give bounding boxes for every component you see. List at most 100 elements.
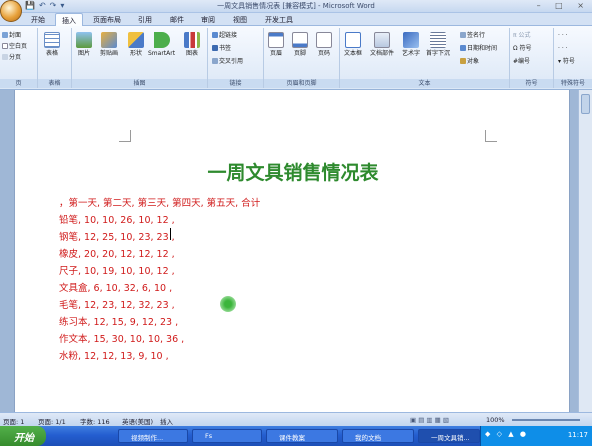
header-button[interactable]: 页眉 bbox=[268, 32, 284, 57]
tab-page-layout[interactable]: 页面布局 bbox=[93, 15, 121, 25]
document-title[interactable]: 一周文具销售情况表 bbox=[15, 158, 571, 185]
status-word-count[interactable]: 字数: 116 bbox=[80, 416, 110, 426]
signature-line-button[interactable]: 签名行 bbox=[460, 32, 485, 39]
group-special-symbols: · · · · · · ▾ 符号 特殊符号 bbox=[554, 28, 592, 88]
special-symbol-button[interactable]: ▾ 符号 bbox=[558, 58, 575, 65]
office-button[interactable] bbox=[0, 0, 22, 22]
group-label-symbols: 符号 bbox=[510, 79, 553, 88]
group-links: 超链接 书签 交叉引用 链接 bbox=[208, 28, 264, 88]
special-dots-row-2[interactable]: · · · bbox=[558, 45, 568, 52]
shapes-icon bbox=[128, 32, 144, 48]
date-time-button[interactable]: 日期和时间 bbox=[460, 45, 497, 52]
vertical-scrollbar[interactable] bbox=[578, 90, 592, 412]
numbering-button[interactable]: #编号 bbox=[513, 58, 530, 65]
margin-corner-tr bbox=[485, 130, 497, 142]
quick-parts-button[interactable]: 文档部件 bbox=[370, 32, 394, 57]
footer-icon bbox=[292, 32, 308, 48]
cross-reference-button[interactable]: 交叉引用 bbox=[212, 58, 243, 65]
ribbon-tabs: 开始 插入 页面布局 引用 邮件 审阅 视图 开发工具 bbox=[0, 13, 592, 27]
scrollbar-thumb[interactable] bbox=[581, 94, 590, 114]
page-break-button[interactable]: 分页 bbox=[2, 54, 21, 61]
wordart-button[interactable]: 艺术字 bbox=[402, 32, 420, 57]
taskbar-item[interactable]: 我的文档 bbox=[342, 429, 414, 443]
group-label-text: 文本 bbox=[340, 79, 509, 88]
margin-corner-tl bbox=[119, 130, 131, 142]
window-title: 一周文具销售情况表 [兼容模式] - Microsoft Word bbox=[217, 2, 375, 10]
header-icon bbox=[268, 32, 284, 48]
tray-clock: 11:17 bbox=[567, 431, 588, 439]
smartart-button[interactable]: SmartArt bbox=[148, 32, 175, 57]
tab-insert[interactable]: 插入 bbox=[55, 13, 83, 27]
status-language[interactable]: 英语(美国) bbox=[122, 416, 153, 426]
data-line[interactable]: 铅笔, 10, 10, 26, 10, 12 , bbox=[59, 212, 175, 226]
data-line[interactable]: 作文本, 15, 30, 10, 10, 36 , bbox=[59, 331, 184, 345]
system-tray: ◆ ◇ ▲ ● 11:17 bbox=[480, 426, 592, 446]
group-label-table: 表格 bbox=[38, 79, 71, 88]
blank-page-button[interactable]: 空白页 bbox=[2, 43, 27, 50]
data-line[interactable]: 毛笔, 12, 23, 12, 32, 23 , bbox=[59, 297, 175, 311]
document-page[interactable]: 一周文具销售情况表 ，第一天, 第二天, 第三天, 第四天, 第五天, 合计 铅… bbox=[14, 90, 570, 412]
special-dots-row-1[interactable]: · · · bbox=[558, 32, 568, 39]
tab-view[interactable]: 视图 bbox=[233, 15, 247, 25]
taskbar-item[interactable]: Fs bbox=[192, 429, 262, 443]
tab-mailings[interactable]: 邮件 bbox=[170, 15, 184, 25]
group-pages: 封面 空白页 分页 页 bbox=[0, 28, 38, 88]
status-insert-mode[interactable]: 插入 bbox=[160, 416, 173, 426]
taskbar-item[interactable]: 课件教案 bbox=[266, 429, 338, 443]
view-buttons[interactable]: ▣ ▤ ▥ ▦ ▧ bbox=[410, 416, 449, 424]
footer-button[interactable]: 页脚 bbox=[292, 32, 308, 57]
clipart-button[interactable]: 剪贴画 bbox=[100, 32, 118, 57]
tab-references[interactable]: 引用 bbox=[138, 15, 152, 25]
bookmark-button[interactable]: 书签 bbox=[212, 45, 231, 52]
shapes-button[interactable]: 形状 bbox=[128, 32, 144, 57]
text-caret bbox=[170, 228, 171, 240]
hyperlink-button[interactable]: 超链接 bbox=[212, 32, 237, 39]
group-text: 文本框 文档部件 艺术字 首字下沉 签名行 日期和时间 对象 文本 bbox=[340, 28, 510, 88]
group-label-pages: 页 bbox=[0, 79, 37, 88]
chart-button[interactable]: 图表 bbox=[184, 32, 200, 57]
wordart-icon bbox=[403, 32, 419, 48]
text-box-icon bbox=[345, 32, 361, 48]
data-line[interactable]: 钢笔, 12, 25, 10, 23, 23 , bbox=[59, 229, 175, 243]
drop-cap-button[interactable]: 首字下沉 bbox=[426, 32, 450, 57]
equation-button[interactable]: π 公式 bbox=[513, 32, 531, 39]
group-label-header-footer: 页眉和页脚 bbox=[264, 79, 339, 88]
page-number-button[interactable]: 页码 bbox=[316, 32, 332, 57]
tab-home[interactable]: 开始 bbox=[31, 15, 45, 25]
quick-parts-icon bbox=[374, 32, 390, 48]
taskbar: 开始 视频制作... Fs 课件教案 我的文档 一周文具销... ◆ ◇ ▲ ●… bbox=[0, 426, 592, 446]
group-illustrations: 图片 剪贴画 形状 SmartArt 图表 插图 bbox=[72, 28, 208, 88]
tab-developer[interactable]: 开发工具 bbox=[265, 15, 293, 25]
data-line[interactable]: 水粉, 12, 12, 13, 9, 10 , bbox=[59, 348, 169, 362]
data-line[interactable]: 橡皮, 20, 20, 12, 12, 12 , bbox=[59, 246, 175, 260]
status-pages[interactable]: 页面: 1/1 bbox=[38, 416, 66, 426]
status-page[interactable]: 页面: 1 bbox=[3, 416, 24, 426]
tray-icons[interactable]: ◆ ◇ ▲ ● bbox=[485, 430, 528, 438]
window-controls[interactable]: – □ × bbox=[537, 1, 590, 10]
ribbon: 封面 空白页 分页 页 表格 表格 图片 剪贴画 形状 SmartArt 图表 … bbox=[0, 26, 592, 90]
group-label-links: 链接 bbox=[208, 79, 263, 88]
data-line-header[interactable]: ，第一天, 第二天, 第三天, 第四天, 第五天, 合计 bbox=[59, 195, 260, 209]
cover-page-button[interactable]: 封面 bbox=[2, 32, 21, 39]
start-button[interactable]: 开始 bbox=[0, 426, 46, 446]
picture-button[interactable]: 图片 bbox=[76, 32, 92, 57]
table-button[interactable]: 表格 bbox=[44, 32, 60, 57]
taskbar-item[interactable]: 视频制作... bbox=[118, 429, 188, 443]
clipart-icon bbox=[101, 32, 117, 48]
group-symbols: π 公式 Ω 符号 #编号 符号 bbox=[510, 28, 554, 88]
data-line[interactable]: 练习本, 12, 15, 9, 12, 23 , bbox=[59, 314, 178, 328]
status-zoom[interactable]: 100% bbox=[486, 416, 505, 424]
symbol-button[interactable]: Ω 符号 bbox=[513, 45, 532, 52]
text-box-button[interactable]: 文本框 bbox=[344, 32, 362, 57]
object-button[interactable]: 对象 bbox=[460, 58, 479, 65]
tab-review[interactable]: 审阅 bbox=[201, 15, 215, 25]
taskbar-item-active[interactable]: 一周文具销... bbox=[418, 429, 480, 443]
data-line[interactable]: 文具盒, 6, 10, 32, 6, 10 , bbox=[59, 280, 172, 294]
group-table: 表格 表格 bbox=[38, 28, 72, 88]
zoom-slider[interactable] bbox=[512, 419, 580, 421]
data-line[interactable]: 尺子, 10, 19, 10, 10, 12 , bbox=[59, 263, 175, 277]
table-icon bbox=[44, 32, 60, 48]
mouse-cursor-highlight bbox=[220, 296, 236, 312]
picture-icon bbox=[76, 32, 92, 48]
page-number-icon bbox=[316, 32, 332, 48]
